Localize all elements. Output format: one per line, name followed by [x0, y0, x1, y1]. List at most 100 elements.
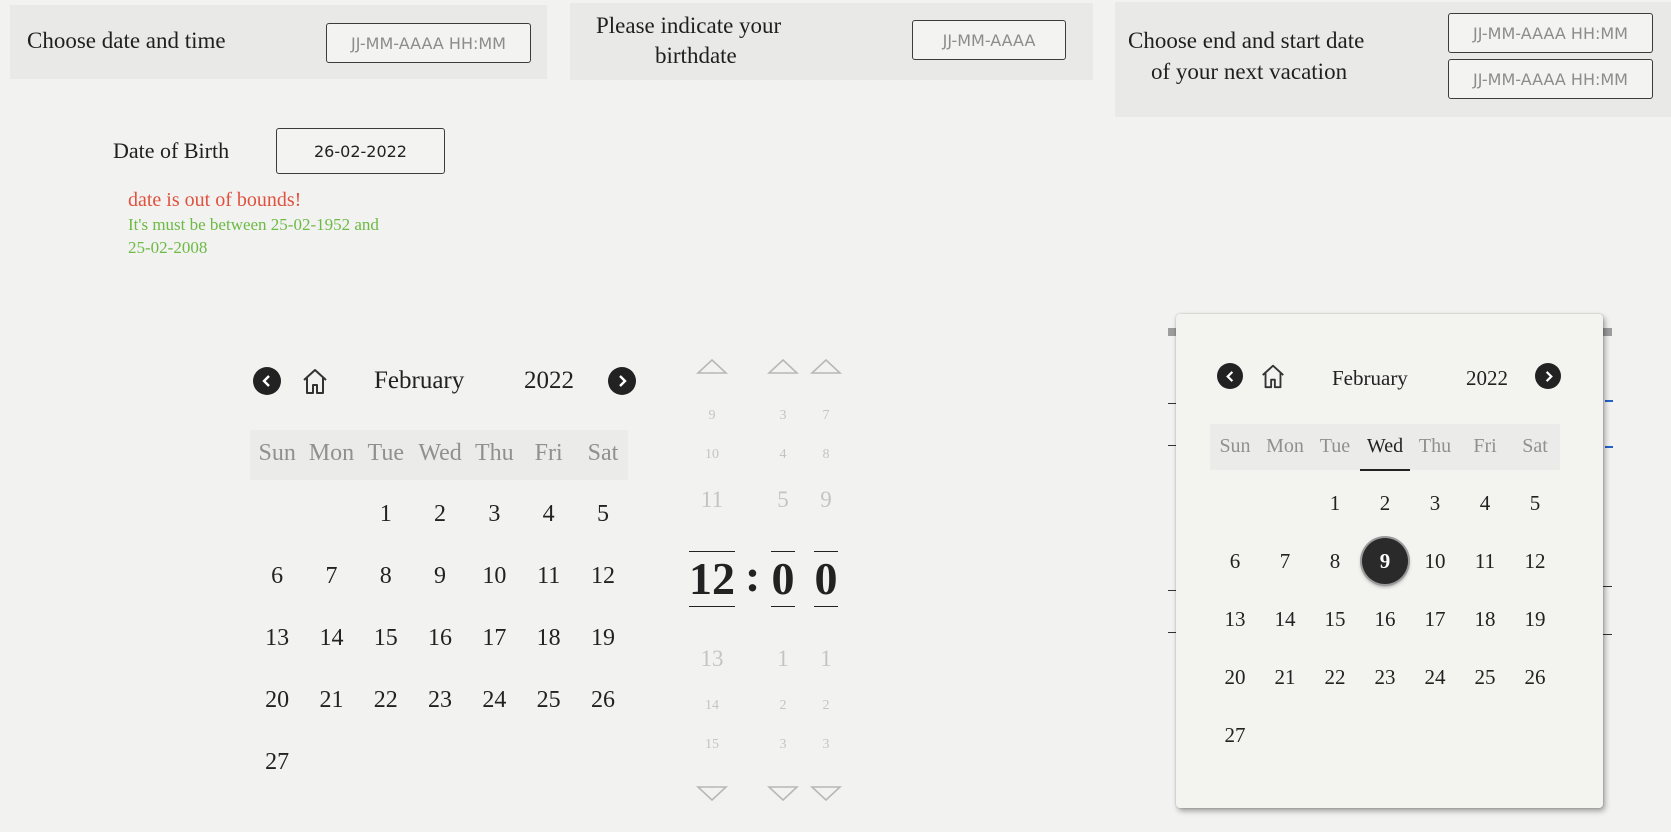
hours-option[interactable]: 15 — [689, 737, 735, 753]
vacation-end-input[interactable]: JJ-MM-AAAA HH:MM — [1448, 59, 1653, 99]
scroll-down-arrow-icon[interactable] — [810, 785, 842, 803]
popup-calendar-day[interactable]: 25 — [1460, 665, 1510, 690]
calendar-day[interactable]: 27 — [250, 749, 304, 776]
calendar-day[interactable]: 5 — [576, 501, 630, 528]
popup-calendar-day[interactable]: 5 — [1510, 491, 1560, 516]
selected-day[interactable]: 9 — [1362, 538, 1408, 584]
minutes-units-option[interactable]: 7 — [814, 408, 838, 424]
popup-calendar-day[interactable]: 6 — [1210, 549, 1260, 574]
calendar-day[interactable]: 12 — [576, 563, 630, 590]
popup-calendar-day[interactable]: 22 — [1310, 665, 1360, 690]
birthdate-input[interactable]: JJ-MM-AAAA — [912, 20, 1066, 60]
minutes-tens-option[interactable]: 1 — [771, 646, 795, 672]
calendar-day[interactable]: 19 — [576, 625, 630, 652]
minutes-units-option[interactable]: 2 — [814, 698, 838, 714]
minutes-tens-option[interactable]: 3 — [771, 408, 795, 424]
weekday-label: Mon — [308, 440, 355, 466]
calendar-day[interactable]: 14 — [304, 625, 358, 652]
calendar-day[interactable]: 24 — [467, 687, 521, 714]
chevron-right-icon — [619, 375, 627, 387]
minutes-tens-option[interactable]: 5 — [771, 487, 795, 513]
calendar-day[interactable]: 9 — [413, 563, 467, 590]
scroll-up-arrow-icon[interactable] — [767, 357, 799, 375]
scroll-down-arrow-icon[interactable] — [696, 785, 728, 803]
hours-selected[interactable]: 12 — [689, 551, 735, 607]
minutes-tens-selected[interactable]: 0 — [771, 551, 795, 607]
popup-calendar-day[interactable]: 10 — [1410, 549, 1460, 574]
calendar-day[interactable]: 22 — [359, 687, 413, 714]
calendar-day[interactable]: 1 — [359, 501, 413, 528]
prev-month-button[interactable] — [253, 367, 281, 395]
calendar-day[interactable]: 10 — [467, 563, 521, 590]
calendar-day[interactable]: 6 — [250, 563, 304, 590]
popup-calendar-year[interactable]: 2022 — [1466, 366, 1508, 391]
dob-input[interactable]: 26-02-2022 — [276, 128, 445, 174]
calendar-day[interactable]: 7 — [304, 563, 358, 590]
popup-calendar-day[interactable]: 20 — [1210, 665, 1260, 690]
popup-calendar-day[interactable]: 27 — [1210, 723, 1260, 748]
home-button[interactable] — [300, 366, 330, 401]
minutes-units-option[interactable]: 9 — [814, 487, 838, 513]
popup-calendar-day[interactable]: 7 — [1260, 549, 1310, 574]
popup-next-month-button[interactable] — [1535, 363, 1561, 389]
popup-calendar-day[interactable]: 13 — [1210, 607, 1260, 632]
calendar-day[interactable]: 2 — [413, 501, 467, 528]
minutes-units-option[interactable]: 1 — [814, 646, 838, 672]
popup-calendar-day[interactable]: 26 — [1510, 665, 1560, 690]
vacation-start-input[interactable]: JJ-MM-AAAA HH:MM — [1448, 13, 1653, 53]
hours-option[interactable]: 9 — [689, 408, 735, 424]
minutes-units-option[interactable]: 8 — [814, 447, 838, 463]
calendar-day[interactable]: 21 — [304, 687, 358, 714]
calendar-day[interactable]: 17 — [467, 625, 521, 652]
popup-calendar-day[interactable]: 18 — [1460, 607, 1510, 632]
popup-calendar-day[interactable]: 17 — [1410, 607, 1460, 632]
popup-calendar-day[interactable]: 14 — [1260, 607, 1310, 632]
calendar-day[interactable]: 13 — [250, 625, 304, 652]
calendar-year[interactable]: 2022 — [524, 367, 574, 395]
scroll-up-arrow-icon[interactable] — [810, 357, 842, 375]
hours-option[interactable]: 11 — [689, 487, 735, 513]
popup-calendar-day[interactable]: 15 — [1310, 607, 1360, 632]
calendar-day[interactable]: 18 — [522, 625, 576, 652]
popup-calendar-day[interactable]: 11 — [1460, 549, 1510, 574]
datetime-input[interactable]: JJ-MM-AAAA HH:MM — [326, 23, 531, 63]
scroll-up-arrow-icon[interactable] — [696, 357, 728, 375]
popup-calendar-day[interactable]: 3 — [1410, 491, 1460, 516]
birthdate-label-line1: Please indicate your — [596, 13, 782, 38]
calendar-day[interactable]: 8 — [359, 563, 413, 590]
hours-option[interactable]: 14 — [689, 698, 735, 714]
minutes-tens-option[interactable]: 4 — [771, 447, 795, 463]
popup-calendar-day[interactable]: 12 — [1510, 549, 1560, 574]
calendar-day[interactable]: 26 — [576, 687, 630, 714]
hours-option[interactable]: 10 — [689, 447, 735, 463]
popup-calendar-day[interactable]: 21 — [1260, 665, 1310, 690]
calendar-day[interactable]: 4 — [522, 501, 576, 528]
popup-calendar-day[interactable]: 24 — [1410, 665, 1460, 690]
calendar-day[interactable]: 20 — [250, 687, 304, 714]
scroll-down-arrow-icon[interactable] — [767, 785, 799, 803]
calendar-day[interactable]: 16 — [413, 625, 467, 652]
popup-calendar-day[interactable]: 16 — [1360, 607, 1410, 632]
calendar-day[interactable]: 23 — [413, 687, 467, 714]
popup-calendar-day[interactable]: 8 — [1310, 549, 1360, 574]
popup-calendar-day[interactable]: 19 — [1510, 607, 1560, 632]
popup-calendar-month[interactable]: February — [1332, 366, 1408, 391]
popup-calendar-day[interactable]: 23 — [1360, 665, 1410, 690]
popup-calendar-day[interactable]: 4 — [1460, 491, 1510, 516]
calendar-day[interactable]: 11 — [522, 563, 576, 590]
calendar-day[interactable]: 25 — [522, 687, 576, 714]
popup-home-button[interactable] — [1259, 362, 1287, 395]
popup-prev-month-button[interactable] — [1217, 363, 1243, 389]
minutes-units-selected[interactable]: 0 — [814, 551, 838, 607]
minutes-tens-option[interactable]: 2 — [771, 698, 795, 714]
minutes-units-option[interactable]: 3 — [814, 737, 838, 753]
calendar-day[interactable]: 15 — [359, 625, 413, 652]
hours-option[interactable]: 13 — [689, 646, 735, 672]
popup-weekday-label: Sat — [1522, 435, 1548, 457]
calendar-day[interactable]: 3 — [467, 501, 521, 528]
next-month-button[interactable] — [608, 367, 636, 395]
minutes-tens-option[interactable]: 3 — [771, 737, 795, 753]
calendar-month[interactable]: February — [374, 367, 464, 395]
popup-calendar-day[interactable]: 2 — [1360, 491, 1410, 516]
popup-calendar-day[interactable]: 1 — [1310, 491, 1360, 516]
